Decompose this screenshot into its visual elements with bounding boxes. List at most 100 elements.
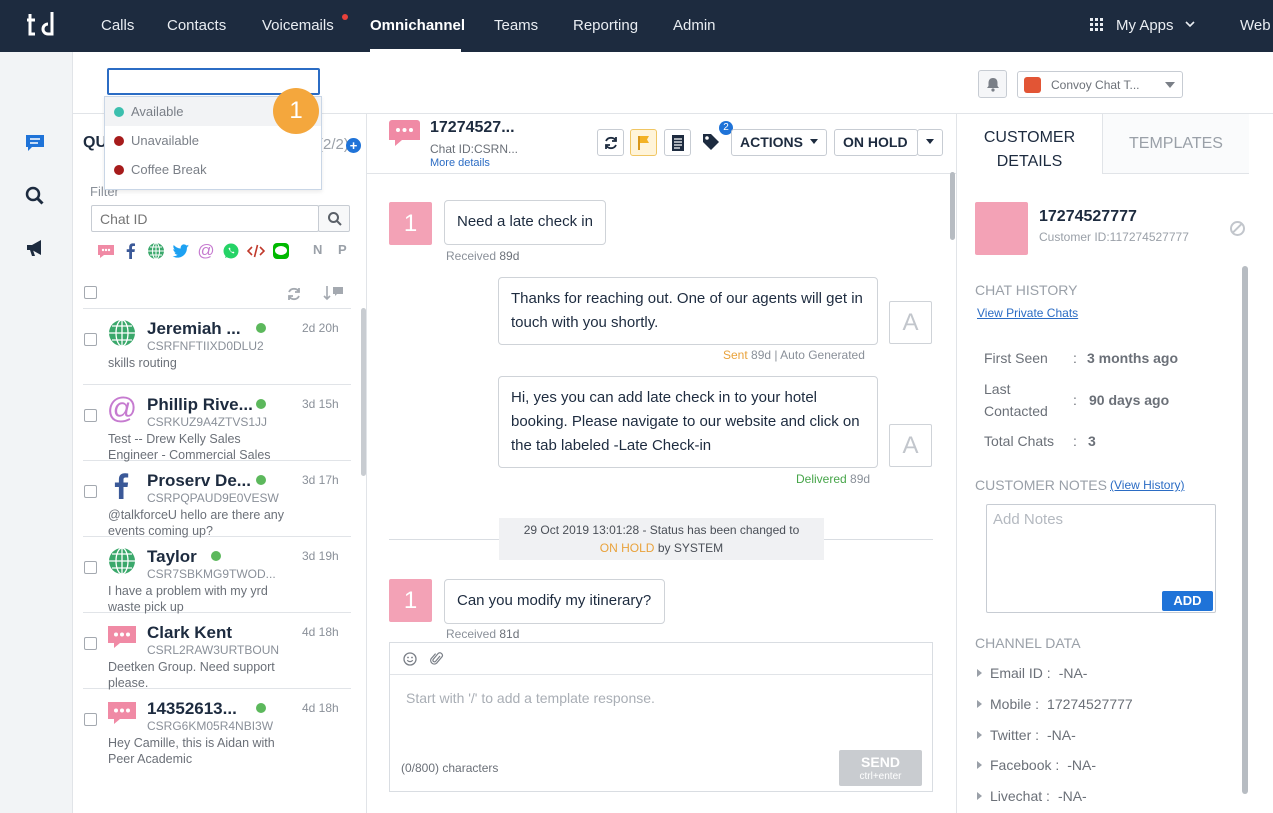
message-preview: I have a problem with my yrd waste pick … [108,584,268,614]
paperclip-icon[interactable] [430,651,444,667]
item-checkbox[interactable] [84,561,97,574]
channel-row-mobile[interactable]: Mobile :17274527777 [977,696,1133,712]
meta-time: 81d [499,627,520,641]
status-option-label: Available [131,104,184,119]
nav-admin[interactable]: Admin [673,17,716,34]
sort-icon[interactable] [323,284,345,302]
actions-dropdown[interactable]: ACTIONS [731,129,827,156]
transcript-button[interactable] [664,129,691,156]
nav-voicemails[interactable]: Voicemails [262,17,334,34]
twitter-icon[interactable] [172,242,190,260]
queue-item[interactable]: Clark Kent 4d 18h CSRL2RAW3URTBOUN Deetk… [83,613,351,690]
more-details-link[interactable]: More details [430,157,490,169]
refresh-button[interactable] [597,129,624,156]
send-button[interactable]: SEND ctrl+enter [839,750,922,786]
add-note-button[interactable]: ADD [1162,591,1213,611]
channel-label: Livechat [990,788,1043,804]
item-checkbox[interactable] [84,485,97,498]
queue-item[interactable]: Taylor 3d 19h CSR7SBKMG9TWOD... I have a… [83,537,351,614]
item-checkbox[interactable] [84,713,97,726]
channel-n-filter[interactable]: N [313,242,322,257]
status-dot [114,165,124,175]
channel-row-email[interactable]: Email ID : -NA- [977,665,1087,681]
nav-reporting[interactable]: Reporting [573,17,638,34]
line-icon[interactable] [272,242,290,260]
character-count: (0/800) characters [401,761,499,775]
filter-search-button[interactable] [318,205,350,232]
tab-label-line1: CUSTOMER [983,129,1076,146]
status-dot [114,136,124,146]
refresh-icon[interactable] [286,286,302,302]
tag-icon[interactable] [701,132,721,152]
system-message-text: 29 Oct 2019 13:01:28 - Status has been c… [523,523,800,537]
queue-item[interactable]: Jeremiah ... 2d 20h CSRFNFTIIXD0DLU2 ski… [83,309,351,385]
send-shortcut-hint: ctrl+enter [859,771,902,782]
meta-label: Received [446,627,497,641]
chevron-down-icon[interactable] [1184,18,1196,30]
view-history-link[interactable]: (View History) [1110,478,1184,492]
message-preview: Deetken Group. Need support please. [108,660,275,690]
block-icon[interactable] [1230,221,1245,236]
item-checkbox[interactable] [84,333,97,346]
globe-icon [109,319,135,347]
sms-icon [108,626,136,648]
facebook-icon[interactable] [122,242,140,260]
svg-text:@: @ [197,242,214,260]
megaphone-icon[interactable] [24,237,46,259]
add-queue-icon[interactable]: + [346,138,361,153]
system-message: 29 Oct 2019 13:01:28 - Status has been c… [499,518,824,560]
message-composer: Start with '/' to add a template respons… [389,642,933,792]
nav-omnichannel[interactable]: Omnichannel [370,17,465,34]
item-checkbox[interactable] [84,637,97,650]
channel-value: -NA- [1047,727,1076,743]
tab-templates[interactable]: TEMPLATES [1103,114,1249,174]
queue-item[interactable]: 14352613... 4d 18h CSRG6KM05R4NBI3W Hey … [83,689,351,766]
outgoing-message: Hi, yes you can add late check in to you… [498,376,878,468]
chat-scrollbar[interactable] [950,172,955,240]
hold-options-dropdown[interactable] [917,129,943,156]
chat-icon[interactable] [24,132,46,154]
notifications-button[interactable] [978,70,1007,98]
email-at-icon[interactable]: @ [197,242,215,260]
composer-toolbar [390,643,932,675]
status-option-coffee-break[interactable]: Coffee Break [105,155,321,184]
channel-p-filter[interactable]: P [338,242,347,257]
channel-row-livechat[interactable]: Livechat : -NA- [977,788,1087,804]
on-hold-button[interactable]: ON HOLD [834,129,918,156]
search-icon [328,212,342,226]
sms-icon[interactable] [97,242,115,260]
td-logo[interactable] [26,10,60,40]
queue-item[interactable]: Proserv De... 3d 17h CSRPQPAUD9E0VESW @t… [83,461,351,538]
tab-label-line2: DETAILS [996,153,1063,170]
queue-item[interactable]: @ Phillip Rive... 3d 15h CSRKUZ9A4ZTVS1J… [83,385,351,462]
convoy-logo [1024,77,1041,93]
search-icon[interactable] [24,185,46,207]
code-icon[interactable] [247,242,265,260]
nav-teams[interactable]: Teams [494,17,538,34]
status-dot [114,107,124,117]
details-scrollbar[interactable] [1242,266,1248,794]
globe-icon[interactable] [147,242,165,260]
channel-row-twitter[interactable]: Twitter : -NA- [977,727,1076,743]
composer-input[interactable]: Start with '/' to add a template respons… [406,690,655,706]
flag-button[interactable] [630,129,657,156]
grid-icon[interactable] [1090,18,1104,32]
web-menu[interactable]: Web [1240,17,1271,34]
tab-customer-details[interactable]: CUSTOMER DETAILS [957,114,1103,174]
chat-account-select[interactable]: Convoy Chat T... [1017,71,1183,98]
message-preview: Test -- Drew Kelly Sales Engineer - Comm… [108,432,271,462]
select-all-checkbox[interactable] [84,286,97,299]
my-apps-menu[interactable]: My Apps [1116,17,1174,34]
colon: : [1073,433,1077,449]
status-option-label: Coffee Break [131,162,207,177]
nav-calls[interactable]: Calls [101,17,134,34]
queue-scrollbar[interactable] [361,308,366,476]
item-checkbox[interactable] [84,409,97,422]
caret-down-icon [926,139,934,144]
emoji-icon[interactable] [403,652,417,666]
chat-id-filter-input[interactable] [91,205,319,232]
view-private-chats-link[interactable]: View Private Chats [977,306,1078,320]
channel-row-facebook[interactable]: Facebook : -NA- [977,757,1096,773]
nav-contacts[interactable]: Contacts [167,17,226,34]
whatsapp-icon[interactable] [222,242,240,260]
